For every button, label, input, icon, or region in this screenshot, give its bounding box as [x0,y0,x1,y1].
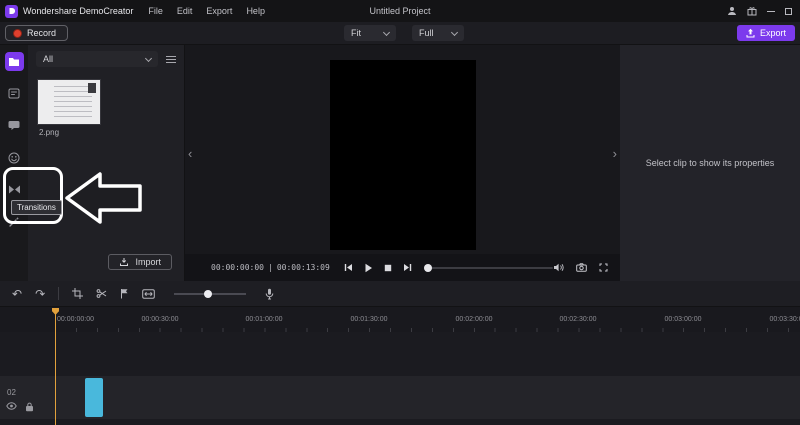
import-label: Import [135,257,161,267]
maximize-icon[interactable] [785,7,792,15]
sidebar-item-stickers[interactable] [5,148,24,167]
ruler-label: 00:01:30:00 [350,316,388,323]
sidebar-item-text[interactable] [5,84,24,103]
titlebar: Wondershare DemoCreator File Edit Export… [0,0,800,22]
ruler-label: 00:02:30:00 [559,316,597,323]
record-label: Record [27,28,57,38]
time-separator: | [267,263,273,272]
list-view-icon[interactable] [166,55,176,63]
media-panel: All 2.png Import [28,45,185,281]
media-filter-value: All [43,54,54,64]
total-time: 00:00:13:09 [276,263,330,272]
stop-icon[interactable] [384,264,392,272]
import-button[interactable]: Import [108,254,172,270]
next-frame-icon[interactable] [403,263,412,272]
fit-timeline-icon[interactable] [142,288,155,299]
redo-icon[interactable]: ↷ [35,288,45,300]
record-button[interactable]: Record [5,25,69,41]
track-row[interactable]: 02 [0,376,800,419]
app-name: Wondershare DemoCreator [23,6,134,16]
sidebar-item-media[interactable] [4,52,24,71]
menu-file[interactable]: File [141,6,170,16]
minimize-icon[interactable] [767,10,775,12]
fit-value: Fit [351,28,361,38]
media-filter-dropdown[interactable]: All [36,51,158,67]
voiceover-icon[interactable] [265,288,274,300]
seek-handle[interactable] [423,263,432,272]
transitions-tooltip: Transitions [11,200,62,215]
view-controls: Fit Full [344,25,464,41]
timeline-clip[interactable] [85,378,103,417]
chevron-down-icon [382,28,391,36]
video-canvas[interactable] [330,60,476,250]
timeline-tracks: 02 [0,332,800,425]
collapse-left-icon[interactable]: ‹ [188,147,192,160]
record-dot-icon [13,28,22,38]
player-right-controls [553,263,608,272]
export-icon [746,28,755,38]
menu-help[interactable]: Help [239,6,272,16]
ruler-label: 00:01:00:00 [245,316,283,323]
preview-area: ‹ › 00:00:00:00 | 00:00:13:09 [185,45,620,281]
promotion-icon[interactable] [747,6,757,16]
properties-panel: Select clip to show its properties [620,45,800,281]
time-display: 00:00:00:00 | 00:00:13:09 [211,263,330,272]
sidebar [0,45,28,281]
marker-icon[interactable] [120,288,129,299]
thumbnail-content [54,86,92,118]
menu-export[interactable]: Export [199,6,239,16]
import-icon [119,257,129,267]
titlebar-controls [727,6,795,16]
playhead[interactable] [52,308,59,425]
track-controls [6,402,34,412]
sidebar-item-transitions[interactable] [5,180,24,199]
ruler-label: 00:00:30:00 [141,316,179,323]
resolution-dropdown[interactable]: Full [412,25,464,41]
current-time: 00:00:00:00 [211,263,264,272]
chevron-down-icon [144,54,153,62]
timeline-zoom-slider[interactable] [174,289,247,298]
chevron-down-icon [450,28,459,36]
seek-slider[interactable] [423,263,553,272]
resolution-value: Full [419,28,434,38]
ruler-label: 00:00:00:00 [57,316,94,323]
ruler-label: 00:03:00:00 [664,316,702,323]
transport-controls [344,263,412,273]
track-lock-icon[interactable] [25,402,34,412]
previous-frame-icon[interactable] [344,263,353,272]
ruler-label: 00:02:00:00 [455,316,493,323]
export-label: Export [759,28,786,38]
collapse-right-icon[interactable]: › [613,147,617,160]
track-label: 02 [7,388,16,397]
thumbnail-detail [88,83,96,93]
top-toolbar: Record Fit Full Export [0,22,800,45]
split-icon[interactable] [96,288,107,299]
snapshot-icon[interactable] [576,263,587,272]
timeline-toolbar: ↶ ↷ [0,281,800,307]
track-visibility-icon[interactable] [6,402,17,412]
zoom-handle[interactable] [204,289,213,298]
account-icon[interactable] [727,6,737,16]
media-item-thumbnail[interactable] [38,80,100,124]
player-bar: 00:00:00:00 | 00:00:13:09 [185,254,620,281]
export-button[interactable]: Export [736,25,795,41]
ruler-label: 00:03:30:00 [769,316,800,323]
play-icon[interactable] [364,263,373,273]
timeline-ruler[interactable]: 00:00:00:00 00:00:30:00 00:01:00:00 00:0… [0,307,800,332]
undo-icon[interactable]: ↶ [12,288,22,300]
toolbar-divider [58,287,60,300]
fullscreen-icon[interactable] [599,263,608,272]
menu-edit[interactable]: Edit [170,6,200,16]
media-panel-header: All [28,45,184,67]
app-logo-icon [5,4,18,18]
fit-dropdown[interactable]: Fit [344,25,396,41]
app-window: Wondershare DemoCreator File Edit Export… [0,0,800,425]
properties-empty-text: Select clip to show its properties [645,158,775,168]
media-item-label: 2.png [39,128,60,137]
crop-icon[interactable] [72,288,84,299]
sidebar-item-captions[interactable] [5,116,24,135]
volume-icon[interactable] [553,263,564,272]
